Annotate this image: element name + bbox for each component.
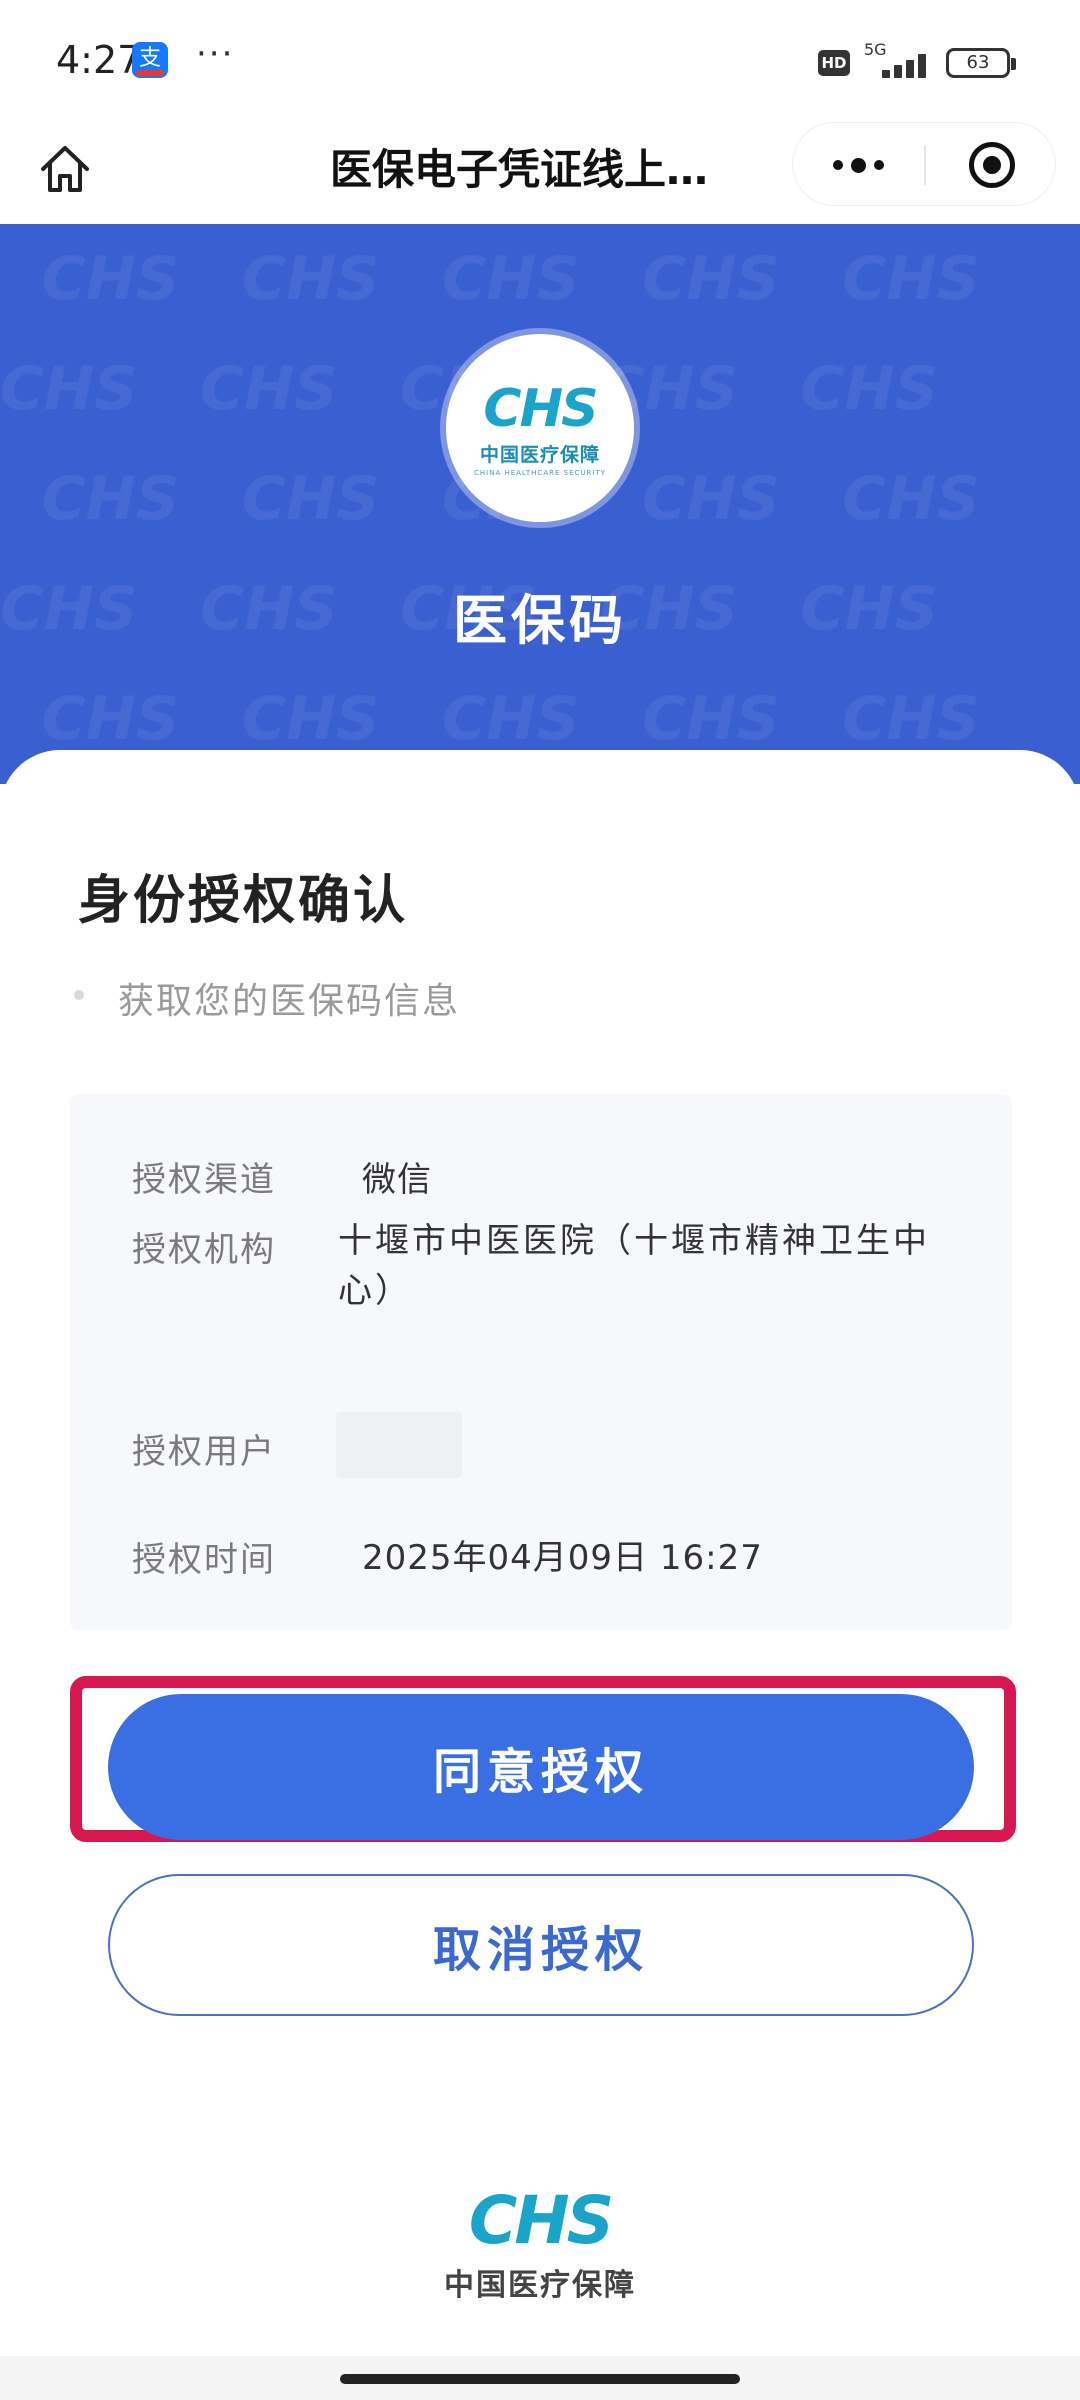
auth-org-value: 十堰市中医医院（十堰市精神卫生中心）: [338, 1221, 930, 1311]
target-close-icon: [969, 142, 1015, 188]
home-button[interactable]: [30, 134, 100, 204]
banner-title: 医保码: [453, 589, 627, 652]
alipay-app-icon: 支: [132, 42, 168, 78]
status-bar: 4:27 支 ··· HD 5G 63: [0, 0, 1080, 118]
footer-logo: CHS 中国医疗保障: [430, 2186, 650, 2306]
hd-icon: HD: [818, 50, 850, 76]
chs-logo-mark: CHS: [483, 378, 598, 439]
auth-channel-label: 授权渠道: [132, 1160, 276, 1200]
auth-title: 身份授权确认: [78, 871, 409, 931]
chs-logo: CHS 中国医疗保障 CHINA HEALTHCARE SECURITY: [446, 334, 634, 522]
footer-logo-cn: 中国医疗保障: [444, 2268, 636, 2303]
cancel-authorization-button[interactable]: 取消授权: [108, 1874, 974, 2016]
status-time: 4:27: [56, 38, 142, 82]
header-banner: CHS CHS CHS CHS CHS CHS CHS CHS CHS CHS …: [0, 224, 1080, 784]
auth-scope: 获取您的医保码信息: [118, 981, 461, 1022]
capsule-divider: [924, 145, 926, 185]
auth-user-label: 授权用户: [132, 1432, 276, 1472]
home-icon: [41, 146, 89, 192]
auth-channel-value: 微信: [362, 1160, 432, 1200]
auth-user-value: [336, 1412, 462, 1478]
signal-icon: [868, 54, 932, 78]
notification-more-icon: ···: [196, 34, 235, 74]
battery-icon: 63: [946, 48, 1016, 78]
close-mini-program-button[interactable]: [927, 123, 1057, 207]
page-title: 医保电子凭证线上…: [330, 145, 709, 194]
auth-card: 身份授权确认 获取您的医保码信息 授权渠道 微信 授权机构 十堰市中医医院（十堰…: [0, 750, 1080, 2356]
mini-program-capsule: [792, 122, 1056, 206]
home-gesture-bar[interactable]: [340, 2374, 740, 2384]
agree-authorization-button[interactable]: 同意授权: [108, 1694, 974, 1840]
auth-time-label: 授权时间: [132, 1540, 276, 1580]
more-button[interactable]: [793, 123, 923, 207]
gesture-area: [0, 2356, 1080, 2400]
more-dot-icon: [850, 157, 866, 173]
auth-info-box: 授权渠道 微信 授权机构 十堰市中医医院（十堰市精神卫生中心） 授权用户 授权时…: [70, 1094, 1012, 1630]
auth-org-label: 授权机构: [132, 1230, 276, 1270]
bullet-icon: [74, 990, 84, 1000]
more-dot-icon: [873, 160, 884, 170]
nav-bar: 医保电子凭证线上…: [0, 118, 1080, 224]
chs-logo-cn: 中国医疗保障: [479, 443, 600, 466]
more-dot-icon: [832, 160, 843, 170]
chs-logo-en: CHINA HEALTHCARE SECURITY: [474, 468, 606, 477]
footer-logo-mark: CHS: [468, 2182, 614, 2259]
auth-time-value: 2025年04月09日 16:27: [362, 1538, 763, 1578]
